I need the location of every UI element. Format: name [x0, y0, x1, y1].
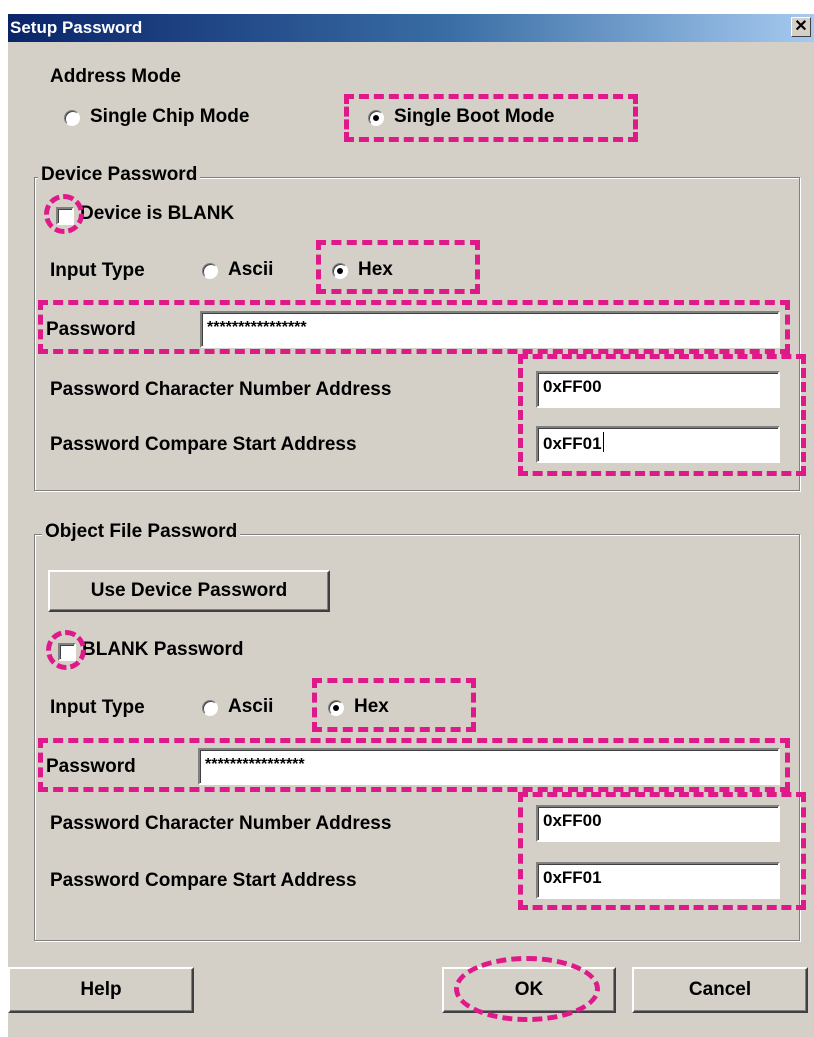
- object-char-num-label: Password Character Number Address: [50, 813, 392, 834]
- device-blank-label[interactable]: Device is BLANK: [80, 203, 234, 225]
- single-boot-mode-label[interactable]: Single Boot Mode: [394, 106, 554, 128]
- object-password-label: Password: [46, 756, 136, 777]
- object-blank-checkbox[interactable]: [58, 643, 76, 661]
- device-password-legend: Device Password: [38, 164, 201, 186]
- device-ascii-radio[interactable]: [202, 263, 218, 279]
- single-chip-mode-radio[interactable]: [64, 110, 80, 126]
- single-chip-mode-label[interactable]: Single Chip Mode: [90, 106, 249, 128]
- setup-password-dialog: Setup Password ✕ Address Mode Single Chi…: [8, 14, 814, 1037]
- device-char-num-input[interactable]: 0xFF00: [536, 371, 780, 408]
- device-input-type-label: Input Type: [50, 260, 145, 281]
- device-blank-checkbox[interactable]: [56, 207, 74, 225]
- address-mode-label: Address Mode: [50, 66, 181, 87]
- object-ascii-radio[interactable]: [202, 700, 218, 716]
- object-password-legend: Object File Password: [42, 521, 241, 543]
- object-ascii-label[interactable]: Ascii: [228, 696, 273, 718]
- device-password-input[interactable]: ****************: [200, 311, 780, 348]
- object-blank-label[interactable]: BLANK Password: [82, 639, 244, 661]
- close-icon[interactable]: ✕: [791, 17, 811, 37]
- device-ascii-label[interactable]: Ascii: [228, 259, 273, 281]
- object-hex-radio[interactable]: [328, 700, 344, 716]
- help-button[interactable]: Help: [8, 967, 194, 1013]
- cancel-button[interactable]: Cancel: [632, 967, 808, 1013]
- object-char-num-input[interactable]: 0xFF00: [536, 805, 780, 842]
- window-title: Setup Password: [10, 18, 143, 37]
- object-input-type-label: Input Type: [50, 697, 145, 718]
- device-compare-input[interactable]: 0xFF01: [536, 426, 780, 463]
- object-hex-label[interactable]: Hex: [354, 696, 389, 718]
- text-caret: [602, 432, 604, 452]
- device-hex-label[interactable]: Hex: [358, 259, 393, 281]
- device-char-num-label: Password Character Number Address: [50, 379, 392, 400]
- object-compare-label: Password Compare Start Address: [50, 870, 357, 891]
- single-boot-mode-radio[interactable]: [368, 110, 384, 126]
- object-password-input[interactable]: ****************: [198, 748, 780, 785]
- use-device-password-button[interactable]: Use Device Password: [48, 570, 330, 612]
- object-compare-input[interactable]: 0xFF01: [536, 862, 780, 899]
- device-compare-value: 0xFF01: [543, 434, 602, 453]
- device-password-label: Password: [46, 319, 136, 340]
- ok-button[interactable]: OK: [442, 967, 616, 1013]
- title-bar[interactable]: Setup Password ✕: [8, 14, 814, 42]
- device-compare-label: Password Compare Start Address: [50, 434, 357, 455]
- device-hex-radio[interactable]: [332, 263, 348, 279]
